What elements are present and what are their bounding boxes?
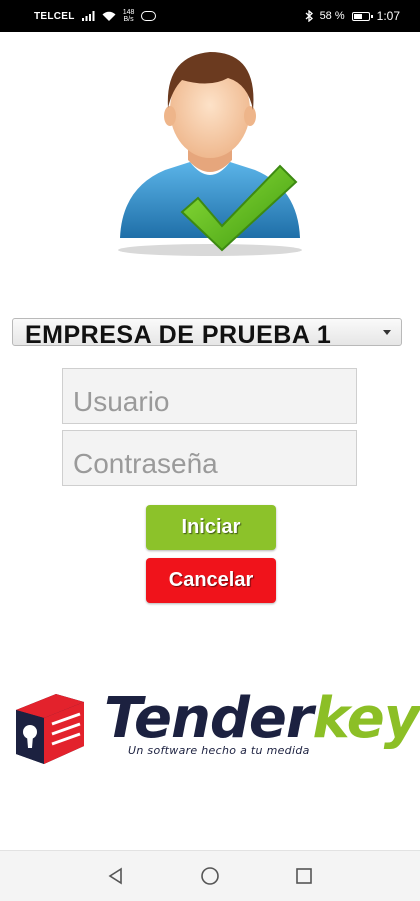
status-right: 58 % 1:07 <box>305 9 400 23</box>
network-speed: 148 B/s <box>123 9 135 23</box>
media-icon <box>141 11 157 21</box>
navigation-bar <box>0 850 420 901</box>
lock-icon <box>16 694 84 764</box>
user-check-icon <box>110 38 330 263</box>
back-icon[interactable] <box>104 864 128 888</box>
status-left: TELCEL 148 B/s <box>34 9 157 23</box>
wifi-icon <box>102 11 116 21</box>
status-bar: TELCEL 148 B/s 58 % 1:07 <box>0 0 420 32</box>
cancel-button[interactable]: Cancelar <box>146 558 276 603</box>
company-select-value: EMPRESA DE PRUEBA 1 <box>25 320 332 346</box>
logo-word-key: key <box>312 686 420 751</box>
username-input[interactable] <box>62 368 357 424</box>
tenderkey-logo: Tenderkey Un software hecho a tu medida <box>8 684 420 774</box>
logo-tagline: Un software hecho a tu medida <box>128 744 310 757</box>
recents-icon[interactable] <box>292 864 316 888</box>
start-button[interactable]: Iniciar <box>146 505 276 550</box>
home-icon[interactable] <box>198 864 222 888</box>
speed-unit: B/s <box>123 16 134 23</box>
speed-value: 148 <box>122 9 135 16</box>
carrier-name: TELCEL <box>34 10 75 22</box>
chevron-down-icon <box>383 330 391 335</box>
battery-percent: 58 % <box>319 10 345 22</box>
bluetooth-icon <box>305 10 313 22</box>
logo-word-tender: Tender <box>104 686 314 751</box>
battery-icon <box>351 11 373 21</box>
clock: 1:07 <box>376 9 400 23</box>
company-select[interactable]: EMPRESA DE PRUEBA 1 <box>12 318 402 346</box>
password-input[interactable] <box>62 430 357 486</box>
signal-icon <box>81 11 95 21</box>
